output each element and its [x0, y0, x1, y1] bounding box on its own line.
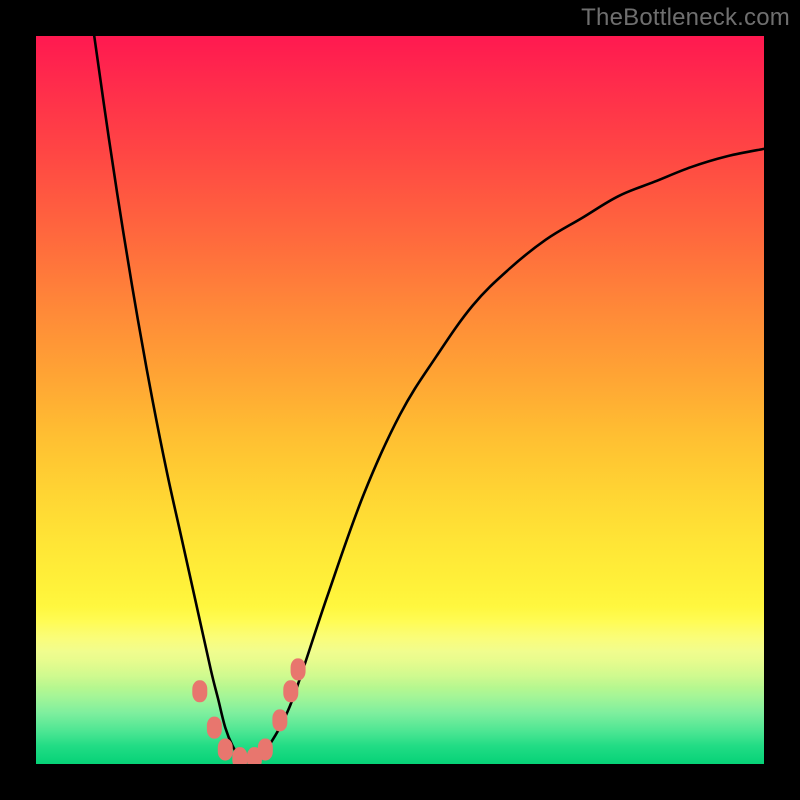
chart-frame: TheBottleneck.com	[0, 0, 800, 800]
data-dot	[291, 658, 306, 680]
bottleneck-curve	[94, 36, 764, 762]
data-dot	[192, 680, 207, 702]
data-dot	[258, 738, 273, 760]
data-dot	[207, 717, 222, 739]
plot-area	[36, 36, 764, 764]
data-dot	[272, 709, 287, 731]
curve-layer	[36, 36, 764, 764]
data-dot	[283, 680, 298, 702]
watermark-text: TheBottleneck.com	[581, 4, 790, 32]
data-dot	[232, 747, 247, 764]
data-dot	[218, 738, 233, 760]
